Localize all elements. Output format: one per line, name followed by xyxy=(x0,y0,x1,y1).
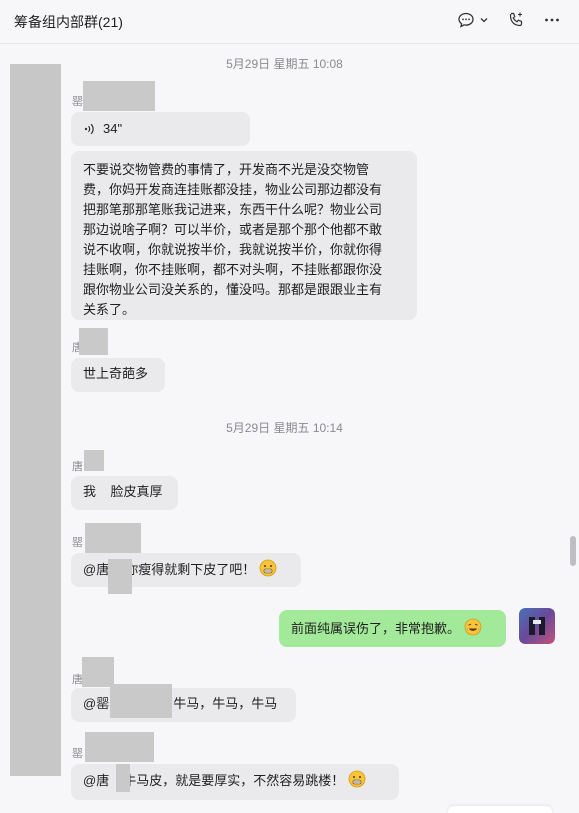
mention-prefix: @唐 xyxy=(83,773,110,788)
mention-prefix: @唐 xyxy=(83,562,110,577)
scroll-to-bottom-button[interactable] xyxy=(448,806,552,813)
message-text: 我 脸皮真厚 xyxy=(83,484,163,499)
message-text: 你瘦得就剩下皮了吧！ xyxy=(125,562,256,577)
redacted-name xyxy=(110,684,172,718)
chat-title[interactable]: 筹备组内部群(21) xyxy=(14,12,123,32)
message-list[interactable]: 5月29日 星期五 10:08 罂 34" 不要说交物管费的事情了，开发商不光是… xyxy=(0,45,569,813)
message-line: 费，你妈开发商连挂账都没挂，物业公司那边都没有 xyxy=(83,182,383,197)
self-avatar[interactable] xyxy=(519,608,555,644)
sender-name: 罂 xyxy=(72,96,83,108)
scrollbar-thumb[interactable] xyxy=(570,536,576,566)
sender-name: 唐 xyxy=(72,461,83,473)
redacted-name xyxy=(79,328,108,355)
message-line: 说不收啊，你就说按半价，我就说按半价，你就你得 xyxy=(83,242,383,257)
message-text: 牛马皮，就是要厚实，不然容易跳楼！ xyxy=(123,773,345,788)
message-line: 不要说交物管费的事情了，开发商不光是没交物管 xyxy=(83,162,370,177)
redacted-name xyxy=(116,764,130,792)
chevron-down-icon[interactable] xyxy=(479,15,489,25)
message-text: 世上奇葩多 xyxy=(83,366,149,381)
sender-name: 罂 xyxy=(72,537,83,549)
chat-bubble-icon[interactable] xyxy=(457,11,475,29)
grimace-emoji-icon xyxy=(348,770,366,794)
header-toolbar xyxy=(457,11,561,29)
grimace-emoji-icon xyxy=(259,559,277,583)
text-message[interactable]: @唐 你瘦得就剩下皮了吧！ xyxy=(71,553,301,587)
redacted-name xyxy=(84,450,104,471)
text-message[interactable]: @罂 牛马，牛马，牛马 xyxy=(71,688,296,722)
phone-icon[interactable] xyxy=(507,11,525,29)
voice-wave-icon xyxy=(83,122,97,136)
timestamp: 5月29日 星期五 10:08 xyxy=(226,57,343,71)
text-message[interactable]: 不要说交物管费的事情了，开发商不光是没交物管 费，你妈开发商连挂账都没挂，物业公… xyxy=(71,151,417,320)
message-text: 牛马，牛马，牛马 xyxy=(173,696,278,711)
redacted-name xyxy=(85,732,154,762)
text-message[interactable]: 世上奇葩多 xyxy=(71,358,165,392)
timestamp: 5月29日 星期五 10:14 xyxy=(226,421,343,435)
more-icon[interactable] xyxy=(543,11,561,29)
sender-name: 罂 xyxy=(72,748,83,760)
redacted-name xyxy=(108,559,132,594)
text-message[interactable]: 我 脸皮真厚 xyxy=(71,476,178,510)
message-text: 前面纯属误伤了，非常抱歉。 xyxy=(291,621,461,636)
mention-prefix: @罂 xyxy=(83,696,110,711)
redacted-name xyxy=(83,81,155,111)
redacted-name xyxy=(82,657,114,687)
voice-message[interactable]: 34" xyxy=(71,112,250,146)
voice-duration: 34" xyxy=(103,121,123,136)
chat-header: 筹备组内部群(21) xyxy=(0,0,579,44)
self-message[interactable]: 前面纯属误伤了，非常抱歉。 xyxy=(279,610,506,647)
message-line: 那边说啥子啊？可以半价，或者是那个那个他都不敢 xyxy=(83,222,383,237)
message-line: 跟你物业公司没关系的，懂没吗。那都是跟跟业主有 xyxy=(83,282,383,297)
message-line: 关系了。 xyxy=(83,302,136,317)
message-line: 把那笔那那笔账我记进来，东西干什么呢？物业公司 xyxy=(83,202,383,217)
redacted-name xyxy=(85,523,141,553)
message-line: 挂账啊，你不挂账啊，都不对头啊，不挂账都跟你没 xyxy=(83,262,383,277)
laugh-cry-emoji-icon xyxy=(464,618,482,642)
